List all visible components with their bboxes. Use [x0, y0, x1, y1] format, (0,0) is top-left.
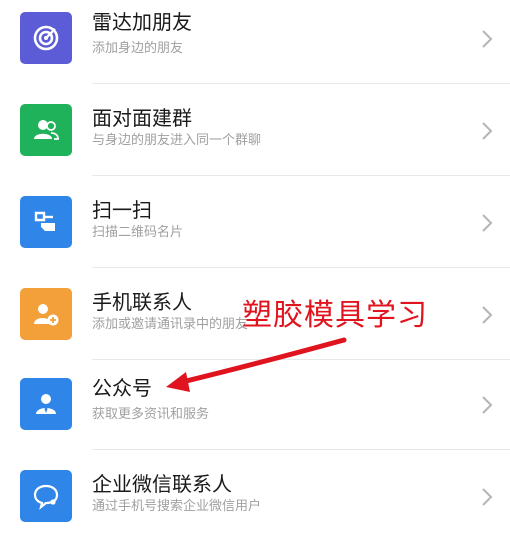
list-item-work-contacts[interactable]: 企业微信联系人 通过手机号搜索企业微信用户	[0, 450, 510, 542]
item-title: 扫一扫	[92, 198, 152, 222]
item-title: 雷达加朋友	[92, 10, 192, 34]
radar-icon	[20, 12, 72, 64]
official-account-icon	[20, 378, 72, 430]
group-icon	[20, 104, 72, 156]
chevron-right-icon	[480, 394, 494, 416]
item-subtitle: 添加或邀请通讯录中的朋友	[92, 317, 249, 332]
annotation-text: 塑胶模具学习	[242, 298, 428, 333]
chevron-right-icon	[480, 304, 494, 326]
work-chat-icon	[20, 470, 72, 522]
add-friends-list: 雷达加朋友 添加身边的朋友 面对面建群 与身边的朋友进入同一个群聊 扫一扫 扫描…	[0, 0, 510, 535]
item-title: 面对面建群	[92, 106, 192, 130]
chevron-right-icon	[480, 120, 494, 142]
item-subtitle: 扫描二维码名片	[92, 225, 184, 240]
item-title: 手机联系人	[92, 290, 192, 314]
add-contact-icon	[20, 288, 72, 340]
item-subtitle: 获取更多资讯和服务	[92, 407, 210, 422]
item-title: 企业微信联系人	[92, 472, 232, 496]
list-item-scan[interactable]: 扫一扫 扫描二维码名片	[0, 176, 510, 268]
chevron-right-icon	[480, 212, 494, 234]
list-item-radar[interactable]: 雷达加朋友 添加身边的朋友	[0, 0, 510, 84]
item-title: 公众号	[92, 376, 152, 400]
chevron-right-icon	[480, 28, 494, 50]
list-item-face-to-face-group[interactable]: 面对面建群 与身边的朋友进入同一个群聊	[0, 84, 510, 176]
list-item-official-accounts[interactable]: 公众号 获取更多资讯和服务	[0, 360, 510, 452]
item-subtitle: 通过手机号搜索企业微信用户	[92, 499, 262, 514]
item-subtitle: 添加身边的朋友	[92, 41, 184, 56]
scan-icon	[20, 196, 72, 248]
item-subtitle: 与身边的朋友进入同一个群聊	[92, 133, 262, 148]
chevron-right-icon	[480, 486, 494, 508]
